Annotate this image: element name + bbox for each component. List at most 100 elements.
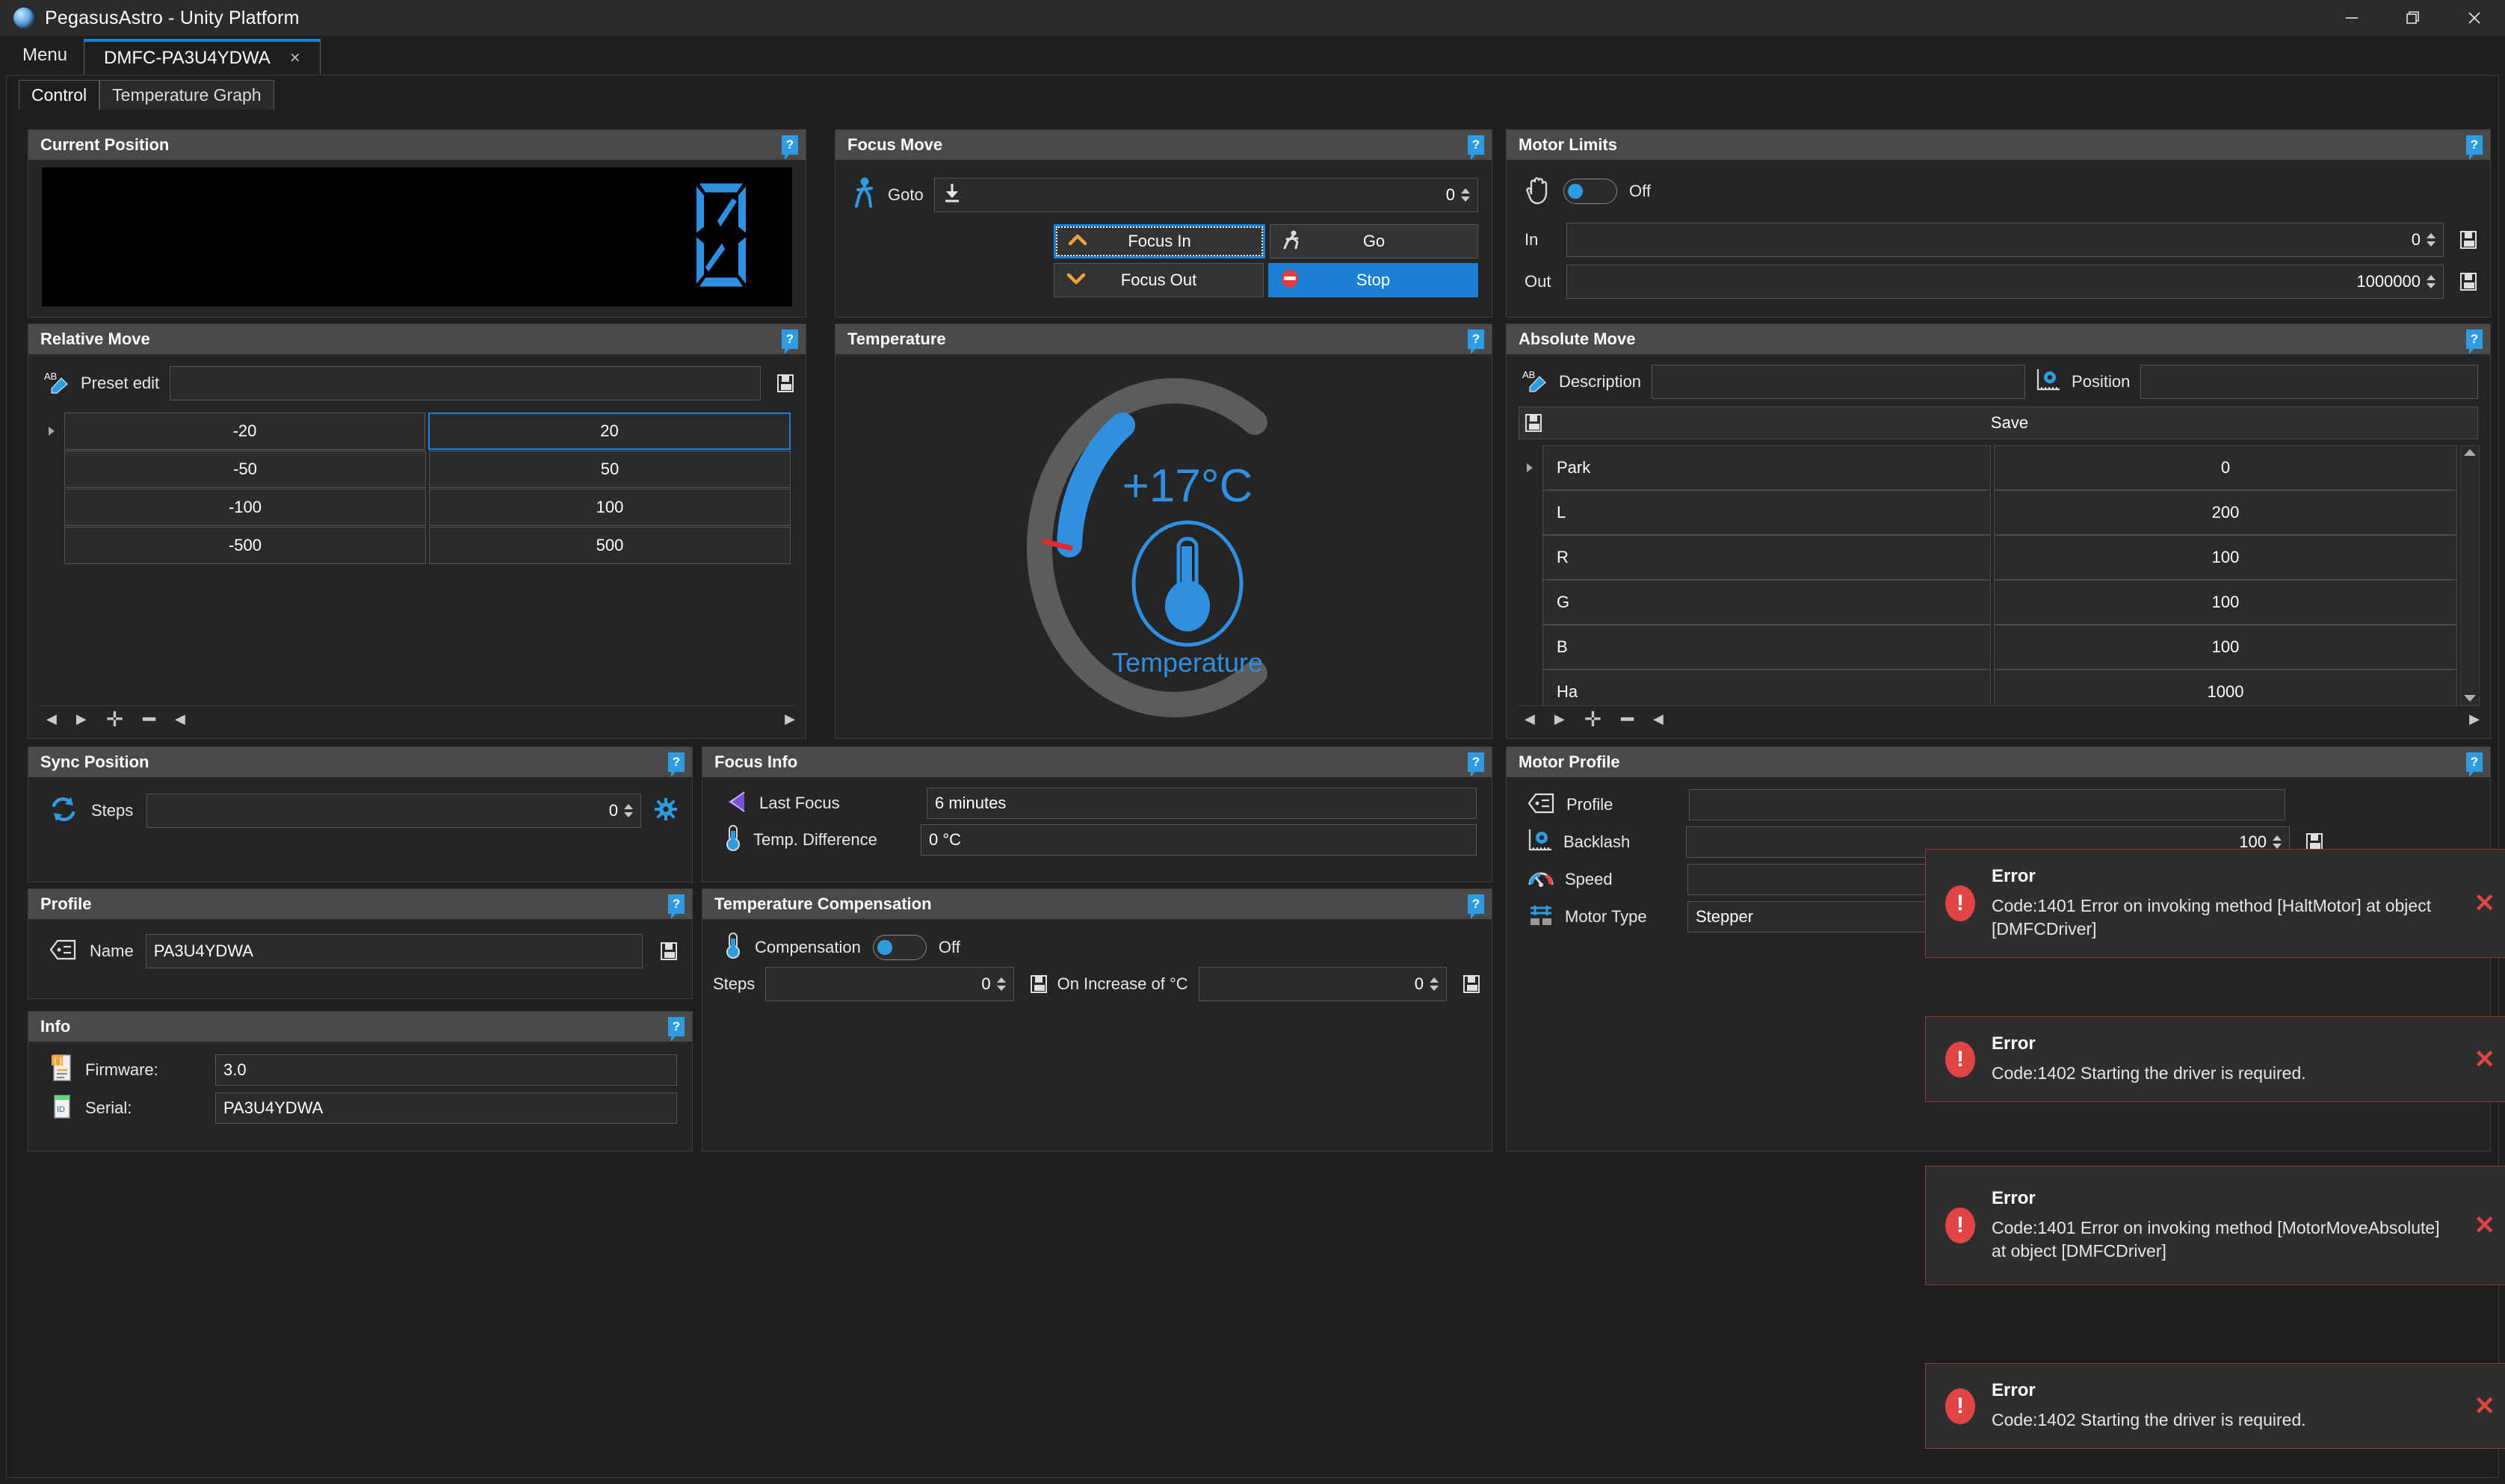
limit-out-input[interactable]: 1000000 [1566, 265, 2444, 299]
sync-steps-input[interactable]: 0 [146, 794, 641, 828]
backlash-spinner[interactable] [2273, 835, 2282, 849]
error-close-icon[interactable]: ✕ [2467, 1045, 2504, 1075]
thermometer-icon [723, 823, 743, 856]
limit-out-spinner[interactable] [2427, 275, 2435, 288]
absolute-move-scrollbar[interactable] [2460, 445, 2480, 705]
table-row[interactable]: L 200 [1517, 490, 2457, 535]
compensation-toggle[interactable] [872, 934, 927, 960]
stop-button[interactable]: Stop [1268, 263, 1478, 297]
nav-scroll-right-icon[interactable]: ▶ [2469, 711, 2480, 727]
table-row[interactable]: Park 0 [1517, 445, 2457, 490]
menu-button[interactable]: Menu [6, 36, 84, 75]
absolute-move-name-cell[interactable]: Park [1542, 445, 1991, 490]
limit-in-spinner[interactable] [2427, 233, 2435, 247]
comp-steps-input[interactable]: 0 [765, 967, 1014, 1001]
table-row[interactable]: Ha 1000 [1517, 670, 2457, 705]
help-icon[interactable]: ? [1468, 752, 1484, 777]
absolute-move-value-cell[interactable]: 100 [1994, 580, 2457, 625]
profile-name-input[interactable]: PA3U4YDWA [145, 934, 643, 968]
help-icon[interactable]: ? [1468, 135, 1484, 160]
help-icon[interactable]: ? [1468, 330, 1484, 354]
absolute-move-value-cell[interactable]: 1000 [1994, 670, 2457, 705]
preset-edit-input[interactable] [170, 366, 761, 401]
row-indicator [39, 489, 64, 526]
document-tab-close-icon[interactable]: × [290, 48, 300, 69]
absolute-move-name-cell[interactable]: L [1542, 490, 1991, 535]
motor-limits-toggle[interactable] [1563, 178, 1617, 204]
absolute-move-value-cell[interactable]: 100 [1994, 535, 2457, 580]
relative-move-positive-cell[interactable]: 50 [429, 451, 791, 488]
absolute-move-name-cell[interactable]: R [1542, 535, 1991, 580]
help-icon[interactable]: ? [668, 752, 685, 777]
absolute-move-value-cell[interactable]: 200 [1994, 490, 2457, 535]
document-tab[interactable]: DMFC-PA3U4YDWA × [84, 39, 321, 75]
sync-steps-spinner[interactable] [624, 804, 633, 817]
nav-add-icon[interactable]: ✛ [1584, 707, 1601, 732]
relative-move-positive-cell[interactable]: 20 [428, 412, 791, 450]
save-icon[interactable] [1463, 975, 1480, 993]
relative-move-positive-cell[interactable]: 100 [429, 489, 791, 526]
description-input[interactable] [1652, 365, 2026, 399]
minimize-icon[interactable] [2321, 0, 2382, 36]
nav-prev-icon[interactable]: ◀ [46, 711, 57, 727]
goto-input[interactable]: 0 [933, 177, 1478, 212]
on-increase-input[interactable]: 0 [1198, 967, 1447, 1001]
go-button[interactable]: Go [1270, 224, 1478, 259]
relative-move-negative-cell[interactable]: -100 [64, 489, 426, 526]
firmware-value: 3.0 [223, 1060, 247, 1079]
help-icon[interactable]: ? [668, 1017, 685, 1042]
relative-move-negative-cell[interactable]: -500 [64, 527, 426, 564]
save-icon[interactable] [661, 942, 677, 960]
nav-scroll-left-icon[interactable]: ◀ [175, 711, 185, 727]
help-icon[interactable]: ? [2466, 330, 2483, 354]
nav-scroll-left-icon[interactable]: ◀ [1653, 711, 1664, 727]
table-row[interactable]: R 100 [1517, 535, 2457, 580]
limit-in-input[interactable]: 0 [1566, 223, 2444, 257]
nav-next-icon[interactable]: ▶ [76, 711, 87, 727]
position-input[interactable] [2140, 365, 2478, 399]
help-icon[interactable]: ? [2466, 752, 2483, 777]
focus-in-button[interactable]: Focus In [1054, 224, 1265, 259]
table-row[interactable]: G 100 [1517, 580, 2457, 625]
goto-spinner[interactable] [1461, 188, 1470, 202]
help-icon[interactable]: ? [2466, 135, 2483, 160]
restore-icon[interactable] [2382, 0, 2444, 36]
tab-temperature-graph[interactable]: Temperature Graph [99, 80, 274, 110]
relative-move-positive-cell[interactable]: 500 [429, 527, 791, 564]
help-icon[interactable]: ? [1468, 894, 1484, 919]
nav-remove-icon[interactable]: ━ [1621, 707, 1634, 732]
relative-move-negative-cell[interactable]: -50 [64, 451, 426, 488]
error-close-icon[interactable]: ✕ [2467, 1211, 2504, 1240]
absolute-move-value-cell[interactable]: 0 [1994, 445, 2457, 490]
relative-move-negative-cell[interactable]: -20 [64, 412, 425, 450]
help-icon[interactable]: ? [782, 135, 798, 160]
error-close-icon[interactable]: ✕ [2467, 1391, 2504, 1421]
scroll-down-icon[interactable] [2464, 695, 2476, 702]
tab-control[interactable]: Control [19, 80, 100, 110]
save-icon[interactable] [2460, 273, 2477, 291]
help-icon[interactable]: ? [782, 330, 798, 354]
help-icon[interactable]: ? [668, 894, 685, 919]
table-row[interactable]: B 100 [1517, 625, 2457, 670]
save-icon[interactable] [777, 374, 794, 392]
absolute-move-save-button[interactable]: Save [1519, 406, 2478, 439]
close-icon[interactable] [2444, 0, 2505, 36]
motor-profile-input[interactable] [1689, 789, 2285, 820]
focus-out-button[interactable]: Focus Out [1054, 263, 1264, 297]
nav-add-icon[interactable]: ✛ [106, 707, 123, 732]
save-icon[interactable] [1030, 975, 1047, 993]
save-icon[interactable] [2460, 231, 2477, 249]
error-close-icon[interactable]: ✕ [2467, 888, 2504, 918]
on-increase-spinner[interactable] [1430, 977, 1439, 991]
gear-icon[interactable] [654, 797, 678, 824]
absolute-move-name-cell[interactable]: G [1542, 580, 1991, 625]
nav-prev-icon[interactable]: ◀ [1525, 711, 1535, 727]
absolute-move-name-cell[interactable]: Ha [1542, 670, 1991, 705]
absolute-move-value-cell[interactable]: 100 [1994, 625, 2457, 670]
scroll-up-icon[interactable] [2464, 449, 2476, 456]
nav-remove-icon[interactable]: ━ [143, 707, 155, 732]
nav-next-icon[interactable]: ▶ [1554, 711, 1565, 727]
absolute-move-name-cell[interactable]: B [1542, 625, 1991, 670]
comp-steps-spinner[interactable] [996, 977, 1006, 991]
nav-scroll-right-icon[interactable]: ▶ [785, 711, 795, 727]
